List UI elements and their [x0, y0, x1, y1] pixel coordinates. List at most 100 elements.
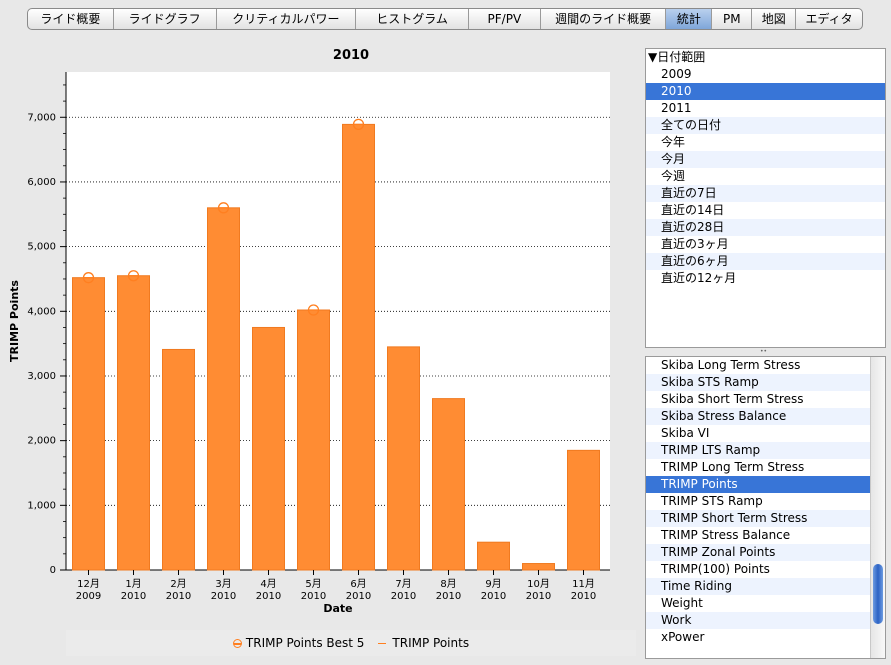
tab-6[interactable]: 統計	[666, 9, 713, 29]
metric-item[interactable]: Skiba Stress Balance	[646, 408, 870, 425]
x-tick-year: 2010	[346, 591, 371, 602]
x-tick-month: 4月	[260, 578, 276, 590]
metric-list: Skiba Long Term Stress Skiba STS Ramp Skib…	[645, 356, 886, 659]
y-tick-label: 5,000	[27, 242, 56, 253]
y-tick-label: 0	[50, 565, 56, 576]
bar	[432, 398, 465, 571]
legend-points-label: TRIMP Points	[392, 636, 470, 650]
x-tick-year: 2010	[211, 591, 236, 602]
bar	[342, 123, 375, 571]
bar	[207, 207, 240, 571]
date-range-item[interactable]: 直近の3ヶ月	[646, 236, 885, 253]
metric-item[interactable]: TRIMP LTS Ramp	[646, 442, 870, 459]
x-tick-year: 2010	[526, 591, 551, 602]
trimp-bar-chart: 01,0002,0003,0004,0005,0006,0007,00012月2…	[8, 72, 610, 615]
scroll-thumb[interactable]	[873, 564, 883, 624]
x-tick-month: 11月	[572, 578, 595, 590]
date-range-item[interactable]: 直近の7日	[646, 185, 885, 202]
x-tick-month: 5月	[305, 578, 321, 590]
x-tick-month: 6月	[350, 578, 366, 590]
metric-item[interactable]: TRIMP Long Term Stress	[646, 459, 870, 476]
date-range-item[interactable]: 今年	[646, 134, 885, 151]
tab-9[interactable]: エディタ	[796, 9, 862, 29]
x-tick-month: 9月	[485, 578, 501, 590]
x-tick-year: 2010	[481, 591, 506, 602]
y-axis-label: TRIMP Points	[8, 280, 21, 362]
y-tick-label: 1,000	[27, 500, 56, 511]
tab-7[interactable]: PM	[712, 9, 753, 29]
x-tick-month: 7月	[395, 578, 411, 590]
metric-item[interactable]: TRIMP Short Term Stress	[646, 510, 870, 527]
metric-item[interactable]: TRIMP(100) Points	[646, 561, 870, 578]
tab-5[interactable]: 週間のライド概要	[541, 9, 667, 29]
date-range-item[interactable]: 今週	[646, 168, 885, 185]
metric-item[interactable]: TRIMP STS Ramp	[646, 493, 870, 510]
x-tick-year: 2009	[76, 591, 101, 602]
x-tick-month: 2月	[170, 578, 186, 590]
date-range-item[interactable]: 直近の12ヶ月	[646, 270, 885, 287]
date-range-item[interactable]: 2010	[646, 83, 885, 100]
y-tick-label: 4,000	[27, 306, 56, 317]
chart-legend: TRIMP Points Best 5 TRIMP Points	[66, 630, 636, 656]
tab-8[interactable]: 地図	[752, 9, 797, 29]
points-line-icon	[378, 642, 387, 645]
bar	[72, 277, 105, 571]
best5-marker-icon	[232, 639, 242, 648]
metric-item[interactable]: Skiba VI	[646, 425, 870, 442]
y-tick-label: 6,000	[27, 177, 56, 188]
date-range-item[interactable]: 直近の6ヶ月	[646, 253, 885, 270]
y-tick-label: 3,000	[27, 371, 56, 382]
legend-best5-label: TRIMP Points Best 5	[245, 636, 365, 650]
tab-0[interactable]: ライド概要	[28, 9, 114, 29]
x-tick-year: 2010	[121, 591, 146, 602]
x-tick-month: 1月	[125, 578, 141, 590]
metric-list-scrollbar[interactable]	[870, 357, 885, 658]
x-tick-year: 2010	[436, 591, 461, 602]
metric-item[interactable]: Skiba Long Term Stress	[646, 357, 870, 374]
metric-item[interactable]: Work	[646, 612, 870, 629]
metric-item[interactable]: Skiba STS Ramp	[646, 374, 870, 391]
bar	[162, 348, 195, 571]
splitter-handle[interactable]: ••	[760, 349, 768, 355]
date-range-item[interactable]: 今月	[646, 151, 885, 168]
tab-bar: ライド概要 ライドグラフ クリティカルパワー ヒストグラム PF/PV 週間のライド概要統…	[27, 8, 863, 30]
bar	[477, 541, 510, 571]
metric-item[interactable]: Skiba Short Term Stress	[646, 391, 870, 408]
metric-item[interactable]: Weight	[646, 595, 870, 612]
date-range-item[interactable]: 直近の28日	[646, 219, 885, 236]
tab-3[interactable]: ヒストグラム	[356, 9, 469, 29]
x-tick-year: 2010	[166, 591, 191, 602]
metric-item[interactable]: xPower	[646, 629, 870, 646]
date-range-item[interactable]: 2011	[646, 100, 885, 117]
chart-panel: 2010 0 1,000 2,000 3,000 4,000 5,000 6,000 7,00…	[0, 36, 636, 662]
date-range-item[interactable]: 2009	[646, 66, 885, 83]
date-range-item[interactable]: 全ての日付	[646, 117, 885, 134]
bar	[567, 449, 600, 571]
tab-1[interactable]: ライドグラフ	[114, 9, 217, 29]
x-tick-year: 2010	[571, 591, 596, 602]
x-axis-label: Date	[323, 602, 352, 615]
x-tick-month: 3月	[215, 578, 231, 590]
y-tick-label: 2,000	[27, 436, 56, 447]
bar	[252, 326, 285, 571]
metric-item[interactable]: TRIMP Zonal Points	[646, 544, 870, 561]
metric-item[interactable]: TRIMP Points	[646, 476, 870, 493]
x-tick-month: 12月	[77, 578, 100, 590]
bar	[387, 346, 420, 571]
x-tick-month: 10月	[527, 578, 550, 590]
tab-4[interactable]: PF/PV	[469, 9, 541, 29]
tab-2[interactable]: クリティカルパワー	[217, 9, 357, 29]
date-range-tree: ▼日付範囲 2009 2010 2011 全ての日付 今年 今月 今週 直近の7日 直近の14日…	[645, 48, 886, 348]
x-tick-year: 2010	[256, 591, 281, 602]
bar	[522, 563, 555, 571]
x-tick-year: 2010	[391, 591, 416, 602]
metric-item[interactable]: TRIMP Stress Balance	[646, 527, 870, 544]
metric-item[interactable]: Time Riding	[646, 578, 870, 595]
date-range-item[interactable]: 直近の14日	[646, 202, 885, 219]
x-tick-year: 2010	[301, 591, 326, 602]
date-range-header[interactable]: ▼日付範囲	[646, 49, 885, 66]
x-tick-month: 8月	[440, 578, 456, 590]
y-tick-label: 7,000	[27, 112, 56, 123]
bar	[297, 309, 330, 571]
bar	[117, 275, 150, 571]
